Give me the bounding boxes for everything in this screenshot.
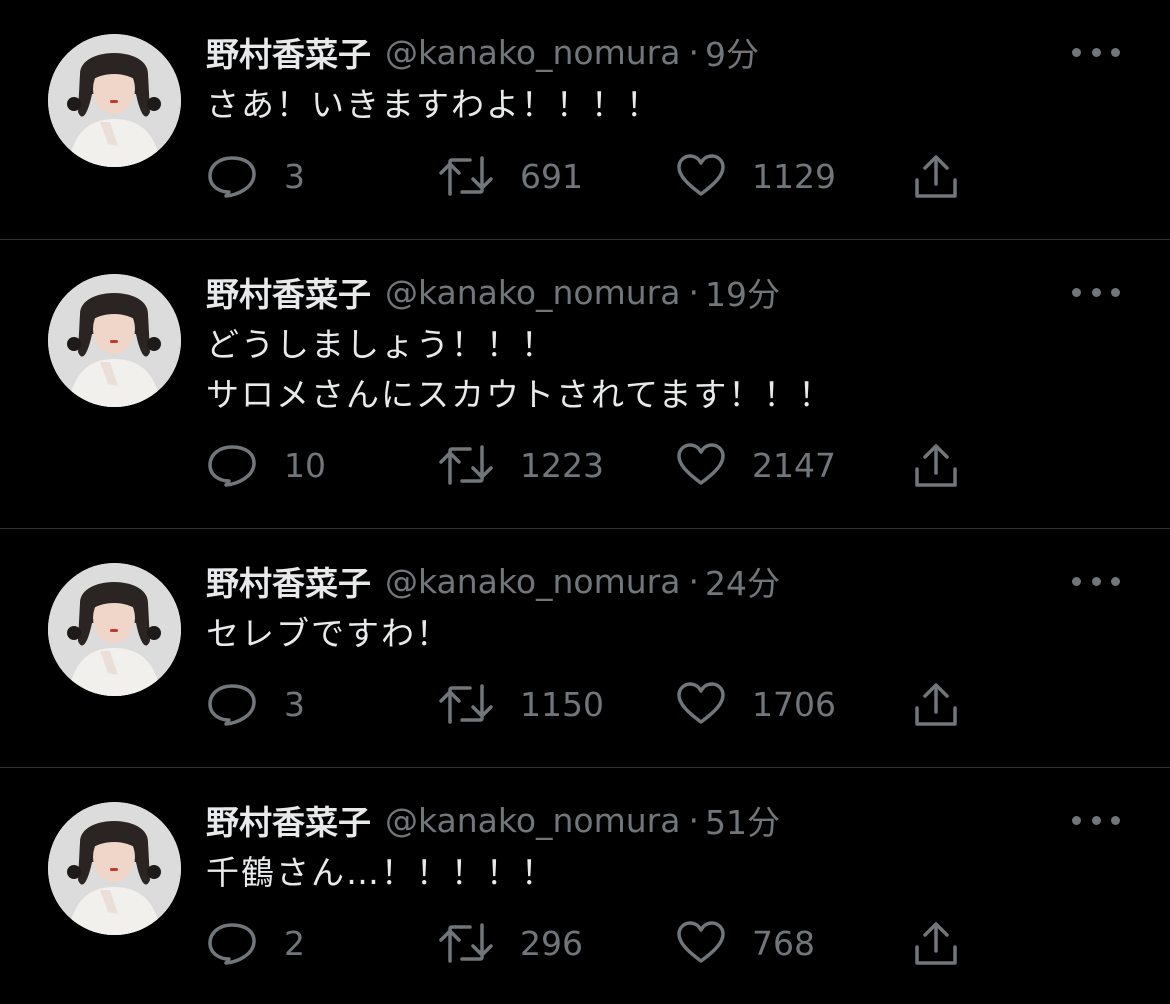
like-button[interactable]: 2147 bbox=[676, 440, 836, 490]
share-upload-icon bbox=[915, 683, 957, 726]
retweet-button[interactable]: 296 bbox=[438, 918, 583, 968]
share-upload-icon bbox=[915, 155, 957, 198]
retweet-button[interactable]: 691 bbox=[438, 151, 583, 201]
heart-icon bbox=[677, 682, 725, 724]
speech-bubble-icon bbox=[208, 156, 256, 198]
separator-dot: · bbox=[688, 561, 699, 601]
speech-bubble-icon bbox=[208, 684, 256, 726]
avatar-photo bbox=[48, 274, 181, 407]
retweet-count: 691 bbox=[520, 156, 583, 196]
reply-count: 3 bbox=[284, 684, 305, 724]
separator-dot: · bbox=[688, 32, 699, 72]
tweet-text-line: サロメさんにスカウトされてます！！！ bbox=[206, 375, 834, 414]
reply-count: 10 bbox=[284, 445, 326, 485]
retweet-arrows-icon bbox=[439, 445, 493, 485]
more-dots-icon[interactable] bbox=[1072, 567, 1120, 595]
reply-button[interactable]: 3 bbox=[206, 679, 305, 729]
tweet-text: どうしましょう！！！ サロメさんにスカウトされてます！！！ bbox=[206, 320, 833, 420]
like-count: 768 bbox=[752, 923, 815, 963]
user-handle[interactable]: @kanako_nomura bbox=[385, 273, 680, 312]
like-button[interactable]: 1129 bbox=[676, 151, 836, 201]
tweet-text-line: 千鶴さん…！！！！！ bbox=[206, 853, 556, 892]
more-dots-icon[interactable] bbox=[1072, 38, 1120, 66]
tweet-header: 野村香菜子 @kanako_nomura · 19分 bbox=[206, 268, 780, 316]
like-count: 2147 bbox=[752, 445, 836, 485]
retweet-arrows-icon bbox=[439, 684, 493, 724]
separator-dot: · bbox=[688, 800, 699, 840]
avatar-photo bbox=[48, 563, 181, 696]
display-name[interactable]: 野村香菜子 bbox=[206, 268, 371, 316]
tweet[interactable]: 野村香菜子 @kanako_nomura · 51分 千鶴さん…！！！！！ 2 … bbox=[0, 768, 1170, 1004]
avatar[interactable] bbox=[48, 34, 181, 167]
heart-icon bbox=[677, 443, 725, 485]
like-button[interactable]: 1706 bbox=[676, 679, 836, 729]
heart-icon bbox=[677, 921, 725, 963]
retweet-count: 1150 bbox=[520, 684, 604, 724]
share-button[interactable] bbox=[912, 679, 960, 729]
retweet-button[interactable]: 1150 bbox=[438, 679, 604, 729]
user-handle[interactable]: @kanako_nomura bbox=[385, 801, 680, 840]
speech-bubble-icon bbox=[208, 923, 256, 965]
tweet-text: さあ！いきますわよ！！！！ bbox=[206, 80, 661, 130]
heart-icon bbox=[677, 154, 725, 196]
user-handle[interactable]: @kanako_nomura bbox=[385, 33, 680, 72]
more-dots-icon[interactable] bbox=[1072, 806, 1120, 834]
share-upload-icon bbox=[915, 922, 957, 965]
avatar[interactable] bbox=[48, 563, 181, 696]
speech-bubble-icon bbox=[208, 445, 256, 487]
tweet-time[interactable]: 24分 bbox=[705, 557, 780, 605]
reply-count: 3 bbox=[284, 156, 305, 196]
tweet-text-line: セレブですわ！ bbox=[206, 614, 451, 653]
avatar[interactable] bbox=[48, 802, 181, 935]
tweet-time[interactable]: 9分 bbox=[705, 28, 759, 76]
share-button[interactable] bbox=[912, 151, 960, 201]
like-count: 1706 bbox=[752, 684, 836, 724]
tweet-text: 千鶴さん…！！！！！ bbox=[206, 848, 556, 898]
retweet-count: 296 bbox=[520, 923, 583, 963]
tweet-actions: 10 1223 2147 bbox=[206, 440, 966, 490]
tweet-text-line: どうしましょう！！！ bbox=[206, 325, 556, 364]
retweet-button[interactable]: 1223 bbox=[438, 440, 604, 490]
tweet-header: 野村香菜子 @kanako_nomura · 9分 bbox=[206, 28, 759, 76]
separator-dot: · bbox=[688, 272, 699, 312]
avatar-photo bbox=[48, 802, 181, 935]
reply-button[interactable]: 2 bbox=[206, 918, 305, 968]
tweet[interactable]: 野村香菜子 @kanako_nomura · 9分 さあ！いきますわよ！！！！ … bbox=[0, 0, 1170, 240]
user-handle[interactable]: @kanako_nomura bbox=[385, 562, 680, 601]
display-name[interactable]: 野村香菜子 bbox=[206, 557, 371, 605]
tweet-time[interactable]: 51分 bbox=[705, 796, 780, 844]
tweet-time[interactable]: 19分 bbox=[705, 268, 780, 316]
reply-count: 2 bbox=[284, 923, 305, 963]
share-button[interactable] bbox=[912, 918, 960, 968]
reply-button[interactable]: 10 bbox=[206, 440, 326, 490]
tweet-header: 野村香菜子 @kanako_nomura · 24分 bbox=[206, 557, 780, 605]
display-name[interactable]: 野村香菜子 bbox=[206, 796, 371, 844]
tweet-actions: 3 1150 1706 bbox=[206, 679, 966, 729]
retweet-arrows-icon bbox=[439, 156, 493, 196]
avatar-photo bbox=[48, 34, 181, 167]
display-name[interactable]: 野村香菜子 bbox=[206, 28, 371, 76]
retweet-count: 1223 bbox=[520, 445, 604, 485]
retweet-arrows-icon bbox=[439, 923, 493, 963]
timeline: 野村香菜子 @kanako_nomura · 9分 さあ！いきますわよ！！！！ … bbox=[0, 0, 1170, 1004]
more-dots-icon[interactable] bbox=[1072, 278, 1120, 306]
tweet[interactable]: 野村香菜子 @kanako_nomura · 24分 セレブですわ！ 3 115… bbox=[0, 529, 1170, 768]
like-button[interactable]: 768 bbox=[676, 918, 815, 968]
tweet-actions: 3 691 1129 bbox=[206, 151, 966, 201]
like-count: 1129 bbox=[752, 156, 836, 196]
tweet-header: 野村香菜子 @kanako_nomura · 51分 bbox=[206, 796, 780, 844]
share-button[interactable] bbox=[912, 440, 960, 490]
tweet[interactable]: 野村香菜子 @kanako_nomura · 19分 どうしましょう！！！ サロ… bbox=[0, 240, 1170, 529]
avatar[interactable] bbox=[48, 274, 181, 407]
share-upload-icon bbox=[915, 444, 957, 487]
tweet-text: セレブですわ！ bbox=[206, 609, 451, 659]
tweet-text-line: さあ！いきますわよ！！！！ bbox=[206, 85, 661, 124]
tweet-actions: 2 296 768 bbox=[206, 918, 966, 968]
reply-button[interactable]: 3 bbox=[206, 151, 305, 201]
